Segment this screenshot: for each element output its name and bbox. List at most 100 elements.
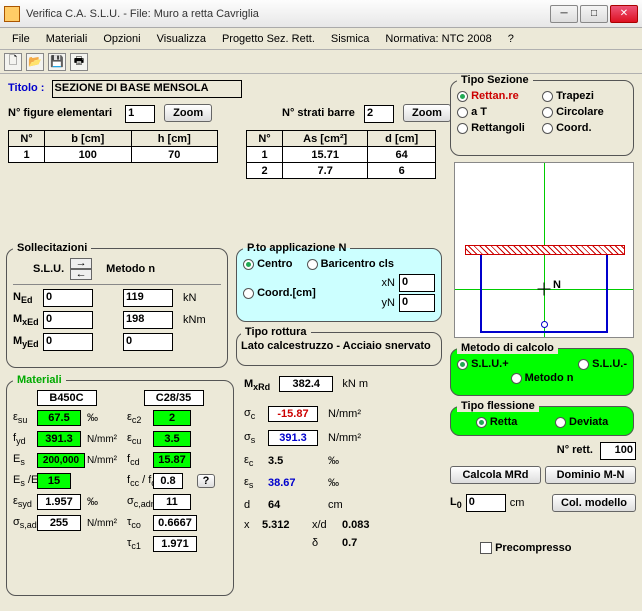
d-value: 64 <box>268 499 328 511</box>
menu-materiali[interactable]: Materiali <box>38 31 96 47</box>
window-title: Verifica C.A. S.L.U. - File: Muro a rett… <box>26 8 550 20</box>
radio-deviata[interactable]: Deviata <box>555 416 608 428</box>
tiporottura-group: Tipo rottura Lato calcestruzzo - Acciaio… <box>236 326 442 366</box>
epss-value: 38.67 <box>268 477 328 489</box>
radio-coordcm[interactable]: Coord.[cm] <box>243 287 316 299</box>
tipoflessione-group: Tipo flessione Retta Deviata <box>450 400 634 436</box>
dominio-mn-button[interactable]: Dominio M-N <box>545 466 636 484</box>
titolo-label: Titolo : <box>8 82 44 94</box>
nrett-input[interactable]: 100 <box>600 442 636 460</box>
tipoflessione-legend: Tipo flessione <box>457 400 539 412</box>
window-titlebar: Verifica C.A. S.L.U. - File: Muro a rett… <box>0 0 642 28</box>
L0-input[interactable]: 0 <box>466 494 506 512</box>
yN-input[interactable]: 0 <box>399 294 435 312</box>
nfig-label: N° figure elementari <box>8 107 112 119</box>
nbar-label: N° strati barre <box>282 107 355 119</box>
open-icon[interactable]: 📂 <box>26 53 44 71</box>
tco-box: 0.6667 <box>153 515 197 531</box>
esu-box: 67.5 <box>37 410 81 426</box>
metodon-label: Metodo n <box>106 263 155 275</box>
table-row[interactable]: 27.76 <box>247 163 436 179</box>
M-col2-input[interactable]: 198 <box>123 311 173 329</box>
NEd-input[interactable]: 0 <box>43 289 93 307</box>
nfig-input[interactable]: 1 <box>125 105 155 123</box>
Es-box: 200,000 <box>37 453 85 468</box>
right-controls: N° rett. 100 Calcola MRd Dominio M-N L0 … <box>450 442 636 554</box>
tipo-sezione-legend: Tipo Sezione <box>457 74 533 86</box>
radio-rettangoli[interactable]: Rettangoli <box>457 122 542 134</box>
menu-visualizza[interactable]: Visualizza <box>149 31 214 47</box>
MxRd-value: 382.4 <box>279 376 333 392</box>
nbar-input[interactable]: 2 <box>364 105 394 123</box>
epsc-value: 3.5 <box>268 455 328 467</box>
col-modello-button[interactable]: Col. modello <box>552 494 636 512</box>
acciaio-box[interactable]: B450C <box>37 390 97 406</box>
slu-label: S.L.U. <box>33 263 64 275</box>
menu-file[interactable]: File <box>4 31 38 47</box>
close-button[interactable]: ✕ <box>610 5 638 23</box>
My-col2-input[interactable]: 0 <box>123 333 173 351</box>
radio-at[interactable]: a T <box>457 106 542 118</box>
titolo-input[interactable]: SEZIONE DI BASE MENSOLA <box>52 80 242 98</box>
radio-rettanre[interactable]: Rettan.re <box>457 90 542 102</box>
menu-progetto[interactable]: Progetto Sez. Rett. <box>214 31 323 47</box>
barre-table: N°As [cm²]d [cm] 115.7164 27.76 <box>246 130 436 179</box>
figure-table: N°b [cm]h [cm] 110070 <box>8 130 218 163</box>
zoom-bar-button[interactable]: Zoom <box>403 104 451 122</box>
table-row[interactable]: 110070 <box>9 147 218 163</box>
MxEd-input[interactable]: 0 <box>43 311 93 329</box>
radio-slum[interactable]: S.L.U.- <box>578 358 627 370</box>
menu-normativa[interactable]: Normativa: NTC 2008 <box>377 31 499 47</box>
fccfcd-box[interactable]: 0.8 <box>153 473 183 489</box>
N-col2-input[interactable]: 119 <box>123 289 173 307</box>
metodo-legend: Metodo di calcolo <box>457 342 558 354</box>
calcola-mrd-button[interactable]: Calcola MRd <box>450 466 541 484</box>
cls-box[interactable]: C28/35 <box>144 390 204 406</box>
new-icon[interactable]: 🗋 <box>4 53 22 71</box>
radio-centro[interactable]: Centro <box>243 258 293 270</box>
radio-baricentro[interactable]: Baricentro cls <box>307 258 394 270</box>
ec2-box: 2 <box>153 410 191 426</box>
menu-help[interactable]: ? <box>500 31 522 47</box>
xd-value: 0.083 <box>342 519 382 531</box>
sigmas-value: 391.3 <box>268 430 318 446</box>
save-icon[interactable]: 💾 <box>48 53 66 71</box>
delta-value: 0.7 <box>342 537 382 549</box>
x-value: 5.312 <box>262 519 312 531</box>
scadm-box: 11 <box>153 494 191 510</box>
xN-input[interactable]: 0 <box>399 274 435 292</box>
pto-legend: P.to applicazione N <box>243 242 350 254</box>
radio-coord[interactable]: Coord. <box>542 122 627 134</box>
EsEc-box: 15 <box>37 473 71 489</box>
print-icon[interactable]: 🖶 <box>70 53 88 71</box>
sollecitazioni-legend: Sollecitazioni <box>13 242 91 254</box>
menu-sismica[interactable]: Sismica <box>323 31 378 47</box>
tipo-sezione-group: Tipo Sezione Rettan.re Trapezi a T Circo… <box>450 74 634 156</box>
esyd-box: 1.957 <box>37 494 81 510</box>
materiali-legend: Materiali <box>13 374 66 386</box>
section-plot: N <box>454 162 634 338</box>
radio-trapezi[interactable]: Trapezi <box>542 90 627 102</box>
help-button[interactable]: ? <box>197 474 215 488</box>
sigmac-value: -15.87 <box>268 406 318 422</box>
tiporottura-text: Lato calcestruzzo - Acciaio snervato <box>241 340 437 352</box>
toolbar: 🗋 📂 💾 🖶 <box>0 50 642 74</box>
maximize-button[interactable]: □ <box>580 5 608 23</box>
MyEd-input[interactable]: 0 <box>43 333 93 351</box>
precompresso-check[interactable]: Precompresso <box>480 542 636 554</box>
ssadm-box: 255 <box>37 515 81 531</box>
app-icon <box>4 6 20 22</box>
arrow-left-icon[interactable]: ← <box>70 269 92 280</box>
minimize-button[interactable]: ─ <box>550 5 578 23</box>
zoom-fig-button[interactable]: Zoom <box>164 104 212 122</box>
radio-circolare[interactable]: Circolare <box>542 106 627 118</box>
radio-retta[interactable]: Retta <box>476 416 518 428</box>
tc1-box: 1.971 <box>153 536 197 552</box>
ecu-box: 3.5 <box>153 431 191 447</box>
table-row[interactable]: 115.7164 <box>247 147 436 163</box>
menu-opzioni[interactable]: Opzioni <box>95 31 148 47</box>
radio-metodon[interactable]: Metodo n <box>457 372 627 384</box>
fyd-box: 391.3 <box>37 431 81 447</box>
radio-slup[interactable]: S.L.U.+ <box>457 358 509 370</box>
fcd-box: 15.87 <box>153 452 191 468</box>
